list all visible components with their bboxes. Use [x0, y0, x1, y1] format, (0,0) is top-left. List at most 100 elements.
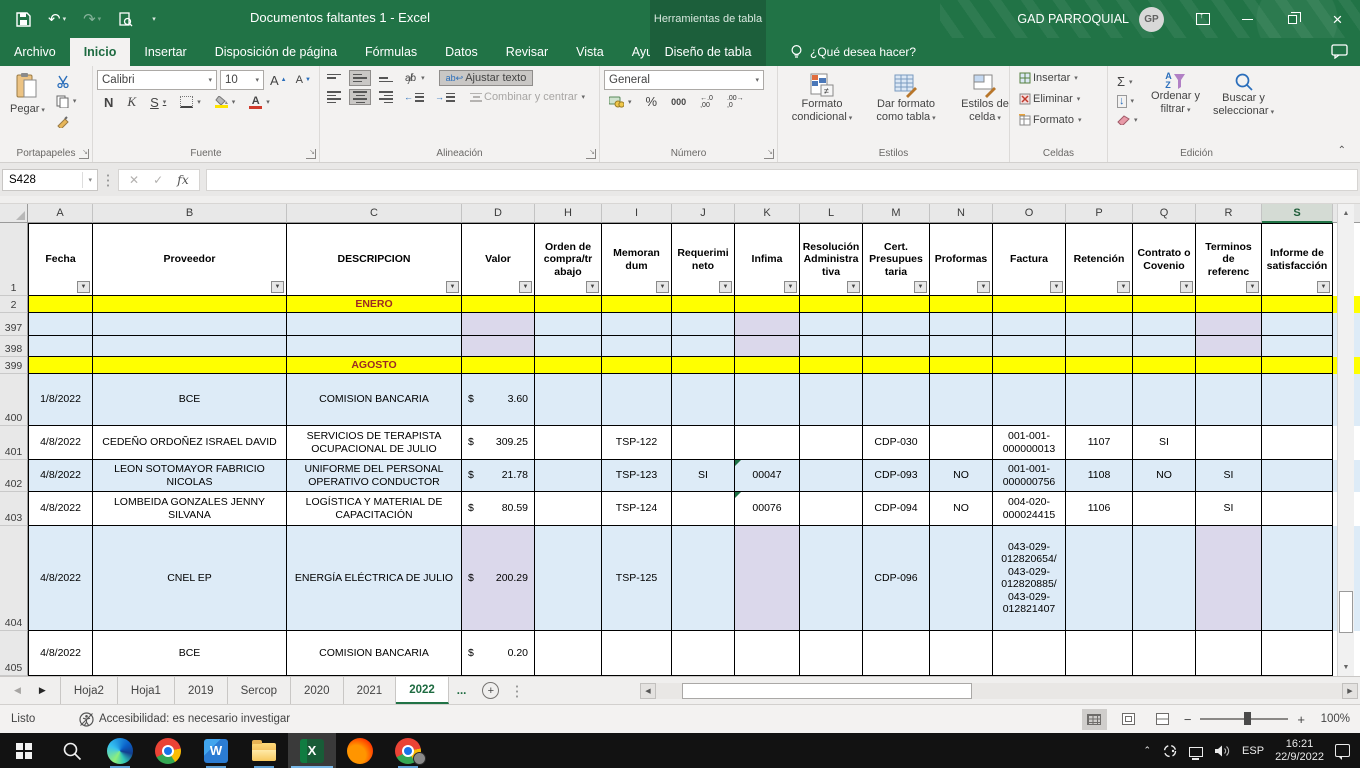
cell-P404[interactable]	[1066, 526, 1133, 631]
cell-S398[interactable]	[1262, 336, 1333, 357]
row-header-1[interactable]: 1	[0, 223, 28, 296]
bold-button[interactable]: N	[101, 94, 116, 111]
cell-C404[interactable]: ENERGÍA ELÉCTRICA DE JULIO	[287, 526, 462, 631]
cell-I398[interactable]	[602, 336, 672, 357]
decrease-indent-button[interactable]: ←	[401, 89, 427, 105]
scroll-right-icon[interactable]: ▶	[1342, 683, 1358, 699]
cell-A400[interactable]: 1/8/2022	[28, 374, 93, 426]
cell-R402[interactable]: SI	[1196, 460, 1262, 492]
customize-qat-icon[interactable]: ▾	[150, 15, 156, 23]
zoom-in-icon[interactable]: +	[1297, 712, 1305, 727]
align-bottom-button[interactable]	[376, 70, 396, 86]
sync-icon[interactable]	[1162, 743, 1178, 759]
column-header-B[interactable]: B	[93, 204, 287, 223]
cell-S399[interactable]	[1262, 357, 1333, 374]
column-header-D[interactable]: D	[462, 204, 535, 223]
cell-K403[interactable]: 00076	[735, 492, 800, 526]
cell-O397[interactable]	[993, 313, 1066, 336]
cell-B399[interactable]	[93, 357, 287, 374]
alignment-dialog-launcher[interactable]: ↘	[586, 149, 596, 159]
cell-I1[interactable]: Memoran dum▼	[602, 223, 672, 296]
cell-J397[interactable]	[672, 313, 735, 336]
cell-S403[interactable]	[1262, 492, 1333, 526]
sheet-tab-sercop[interactable]: Sercop	[228, 677, 291, 704]
horizontal-scrollbar-thumb[interactable]	[682, 683, 972, 699]
tab-f-rmulas[interactable]: Fórmulas	[351, 38, 431, 66]
row-header-397[interactable]: 397	[0, 313, 28, 336]
cell-Q404[interactable]	[1133, 526, 1196, 631]
formula-input[interactable]	[206, 169, 1358, 191]
cell-R404[interactable]	[1196, 526, 1262, 631]
cut-button[interactable]	[53, 73, 80, 89]
cell-P400[interactable]	[1066, 374, 1133, 426]
cell-S400[interactable]	[1262, 374, 1333, 426]
scroll-down-icon[interactable]: ▼	[1338, 658, 1354, 676]
hidden-icons-chevron[interactable]: ⌃	[1144, 745, 1152, 756]
print-preview-icon[interactable]	[118, 12, 133, 27]
cell-C400[interactable]: COMISION BANCARIA	[287, 374, 462, 426]
cell-B397[interactable]	[93, 313, 287, 336]
cell-L400[interactable]	[800, 374, 863, 426]
cell-D2[interactable]	[462, 296, 535, 313]
filter-button-C[interactable]: ▼	[446, 281, 459, 293]
cell-O403[interactable]: 004-020- 000024415	[993, 492, 1066, 526]
number-dialog-launcher[interactable]: ↘	[764, 149, 774, 159]
cell-O399[interactable]	[993, 357, 1066, 374]
cell-N403[interactable]: NO	[930, 492, 993, 526]
cell-B1[interactable]: Proveedor▼	[93, 223, 287, 296]
font-size-select[interactable]: 10▾	[220, 70, 264, 90]
font-name-select[interactable]: Calibri▾	[97, 70, 217, 90]
cell-B402[interactable]: LEON SOTOMAYOR FABRICIO NICOLAS	[93, 460, 287, 492]
font-color-button[interactable]: A	[246, 94, 273, 110]
column-header-Q[interactable]: Q	[1133, 204, 1196, 223]
cell-Q403[interactable]	[1133, 492, 1196, 526]
restore-button[interactable]	[1270, 0, 1315, 38]
cell-J404[interactable]	[672, 526, 735, 631]
cell-H398[interactable]	[535, 336, 602, 357]
cell-M1[interactable]: Cert. Presupues taria▼	[863, 223, 930, 296]
cell-L402[interactable]	[800, 460, 863, 492]
cell-R401[interactable]	[1196, 426, 1262, 460]
cell-C398[interactable]	[287, 336, 462, 357]
cell-I400[interactable]	[602, 374, 672, 426]
cell-S397[interactable]	[1262, 313, 1333, 336]
scroll-up-icon[interactable]: ▲	[1338, 204, 1354, 222]
row-header-403[interactable]: 403	[0, 492, 28, 526]
tab-insertar[interactable]: Insertar	[130, 38, 200, 66]
cell-P2[interactable]	[1066, 296, 1133, 313]
cell-S401[interactable]	[1262, 426, 1333, 460]
sheet-tab-hoja2[interactable]: Hoja2	[60, 677, 118, 704]
cell-L404[interactable]	[800, 526, 863, 631]
fill-color-button[interactable]	[212, 94, 239, 110]
save-icon[interactable]	[16, 12, 31, 27]
cell-O404[interactable]: 043-029- 012820654/ 043-029- 012820885/ …	[993, 526, 1066, 631]
cell-A405[interactable]: 4/8/2022	[28, 631, 93, 676]
cell-A1[interactable]: Fecha▼	[28, 223, 93, 296]
tab-inicio[interactable]: Inicio	[70, 38, 131, 66]
filter-button-M[interactable]: ▼	[914, 281, 927, 293]
minimize-button[interactable]	[1225, 0, 1270, 38]
italic-button[interactable]: K	[124, 93, 139, 111]
sheet-tab-2020[interactable]: 2020	[291, 677, 344, 704]
align-middle-button[interactable]	[349, 70, 371, 86]
cancel-icon[interactable]: ✕	[129, 173, 139, 187]
format-painter-button[interactable]	[53, 113, 80, 129]
cell-D1[interactable]: Valor▼	[462, 223, 535, 296]
taskbar-excel[interactable]: X	[288, 733, 336, 768]
cell-B405[interactable]: BCE	[93, 631, 287, 676]
select-all-corner[interactable]	[0, 204, 28, 223]
cell-B404[interactable]: CNEL EP	[93, 526, 287, 631]
cell-L405[interactable]	[800, 631, 863, 676]
tab-datos[interactable]: Datos	[431, 38, 492, 66]
format-as-table-button[interactable]: Dar formato como tabla	[862, 70, 950, 145]
sheet-tabs-overflow[interactable]: ...	[449, 677, 475, 704]
cell-Q2[interactable]	[1133, 296, 1196, 313]
filter-button-P[interactable]: ▼	[1117, 281, 1130, 293]
cell-R397[interactable]	[1196, 313, 1262, 336]
column-header-C[interactable]: C	[287, 204, 462, 223]
tab-archivo[interactable]: Archivo	[0, 38, 70, 66]
cell-B398[interactable]	[93, 336, 287, 357]
cell-A404[interactable]: 4/8/2022	[28, 526, 93, 631]
undo-icon[interactable]: ↶▾	[48, 10, 66, 28]
cell-S1[interactable]: Informe de satisfacción▼	[1262, 223, 1333, 296]
